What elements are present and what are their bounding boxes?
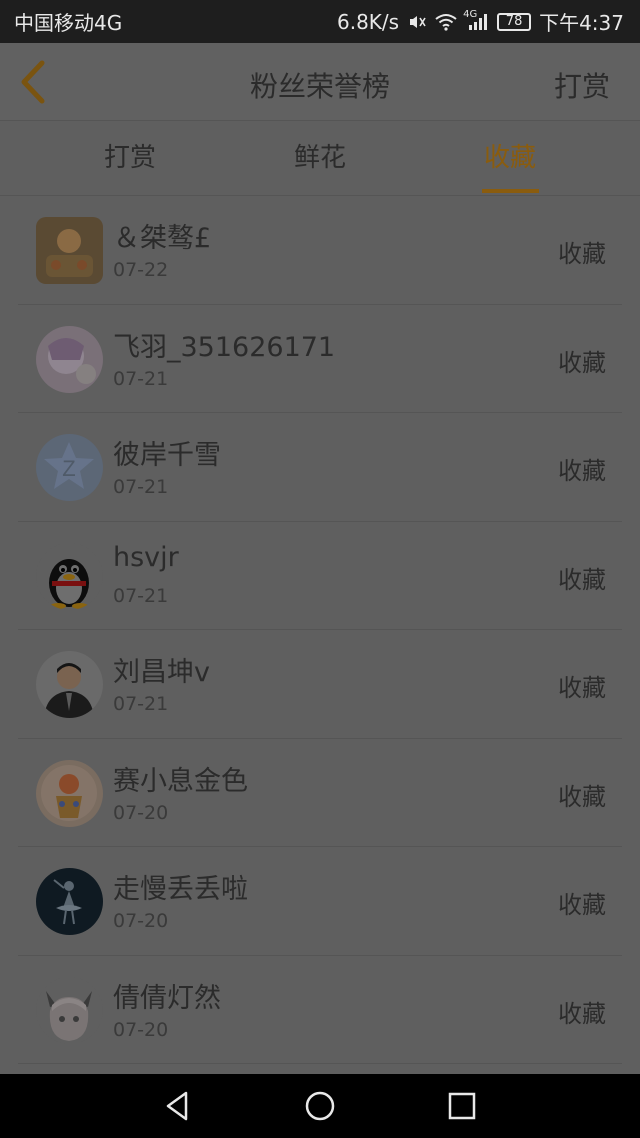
- avatar: [36, 976, 103, 1044]
- tab-bar: 打赏 鲜花 收藏: [0, 121, 640, 196]
- user-name: 刘昌坤v: [113, 657, 210, 688]
- mute-icon: [407, 12, 427, 32]
- date-label: 07-21: [113, 476, 169, 498]
- favorite-label: 收藏: [558, 674, 606, 702]
- favorite-label: 收藏: [558, 891, 606, 919]
- carrier-label: 中国移动4G: [14, 11, 123, 35]
- svg-text:Z: Z: [62, 456, 75, 481]
- status-indicators: 6.8K/s 4G 78 下午4:37: [337, 7, 624, 36]
- tab-favorites[interactable]: 收藏: [430, 121, 590, 196]
- user-name: 走慢丢丢啦: [113, 874, 248, 905]
- nav-recents-button[interactable]: [444, 1088, 480, 1124]
- favorite-label: 收藏: [558, 999, 606, 1028]
- fan-list: ＆桀骜£ 07-22 收藏 飞羽_351626171 07-21 收藏 Z 彼岸…: [0, 196, 640, 1064]
- battery-level: 78: [505, 14, 523, 29]
- list-item[interactable]: ＆桀骜£ 07-22 收藏: [18, 196, 622, 305]
- avatar: [36, 651, 103, 718]
- tab-reward[interactable]: 打赏: [50, 121, 210, 196]
- system-nav-bar: [0, 1074, 640, 1138]
- back-button[interactable]: [14, 57, 54, 107]
- date-label: 07-22: [113, 259, 169, 281]
- network-type-label: 4G: [463, 8, 478, 20]
- header: 粉丝荣誉榜 打赏: [0, 43, 640, 121]
- nav-back-button[interactable]: [160, 1088, 196, 1124]
- avatar: [36, 325, 103, 393]
- list-item[interactable]: hsvjr 07-21 收藏: [18, 522, 622, 630]
- date-label: 07-21: [113, 693, 169, 715]
- list-item[interactable]: 刘昌坤v 07-21 收藏: [18, 630, 622, 739]
- page-title: 粉丝荣誉榜: [249, 70, 390, 103]
- triangle-back-icon: [166, 1091, 188, 1121]
- favorite-label: 收藏: [558, 457, 606, 485]
- list-item[interactable]: 走慢丢丢啦 07-20 收藏: [18, 847, 622, 956]
- favorite-label: 收藏: [558, 565, 606, 594]
- status-bar: 中国移动4G 6.8K/s 4G 78 下午4:37: [0, 0, 640, 43]
- user-name: ＆桀骜£: [113, 223, 212, 254]
- user-name: 彼岸千雪: [113, 440, 221, 471]
- nav-home-button[interactable]: [302, 1088, 338, 1124]
- user-name: 飞羽_351626171: [113, 331, 336, 363]
- active-tab-indicator: [482, 189, 539, 193]
- circle-home-icon: [305, 1091, 335, 1121]
- favorite-label: 收藏: [558, 240, 606, 268]
- favorite-label: 收藏: [558, 782, 606, 811]
- chevron-left-icon: [21, 60, 45, 104]
- user-name: 赛小息金色: [113, 765, 248, 797]
- avatar: [36, 217, 103, 284]
- date-label: 07-21: [113, 584, 169, 607]
- tab-flowers[interactable]: 鲜花: [240, 121, 400, 196]
- avatar: [36, 542, 103, 610]
- avatar: [36, 868, 103, 935]
- status-time: 下午4:37: [539, 11, 624, 35]
- square-recents-icon: [448, 1092, 476, 1120]
- favorite-label: 收藏: [558, 348, 606, 377]
- cell-signal-icon: 4G: [463, 9, 489, 31]
- date-label: 07-20: [113, 1018, 169, 1041]
- reward-button[interactable]: 打赏: [554, 65, 610, 105]
- avatar: [36, 759, 103, 827]
- wifi-icon: [435, 13, 457, 31]
- date-label: 07-21: [113, 367, 169, 390]
- date-label: 07-20: [113, 801, 169, 824]
- avatar: Z: [36, 434, 103, 501]
- list-item[interactable]: 赛小息金色 07-20 收藏: [18, 739, 622, 847]
- network-speed: 6.8K/s: [336, 9, 400, 34]
- battery-icon: 78: [497, 12, 532, 31]
- list-item[interactable]: 飞羽_351626171 07-21 收藏: [18, 305, 622, 413]
- user-name: hsvjr: [113, 541, 179, 573]
- list-item[interactable]: 倩倩灯然 07-20 收藏: [18, 956, 622, 1064]
- list-item[interactable]: Z 彼岸千雪 07-21 收藏: [18, 413, 622, 522]
- date-label: 07-20: [113, 910, 169, 932]
- user-name: 倩倩灯然: [113, 982, 221, 1014]
